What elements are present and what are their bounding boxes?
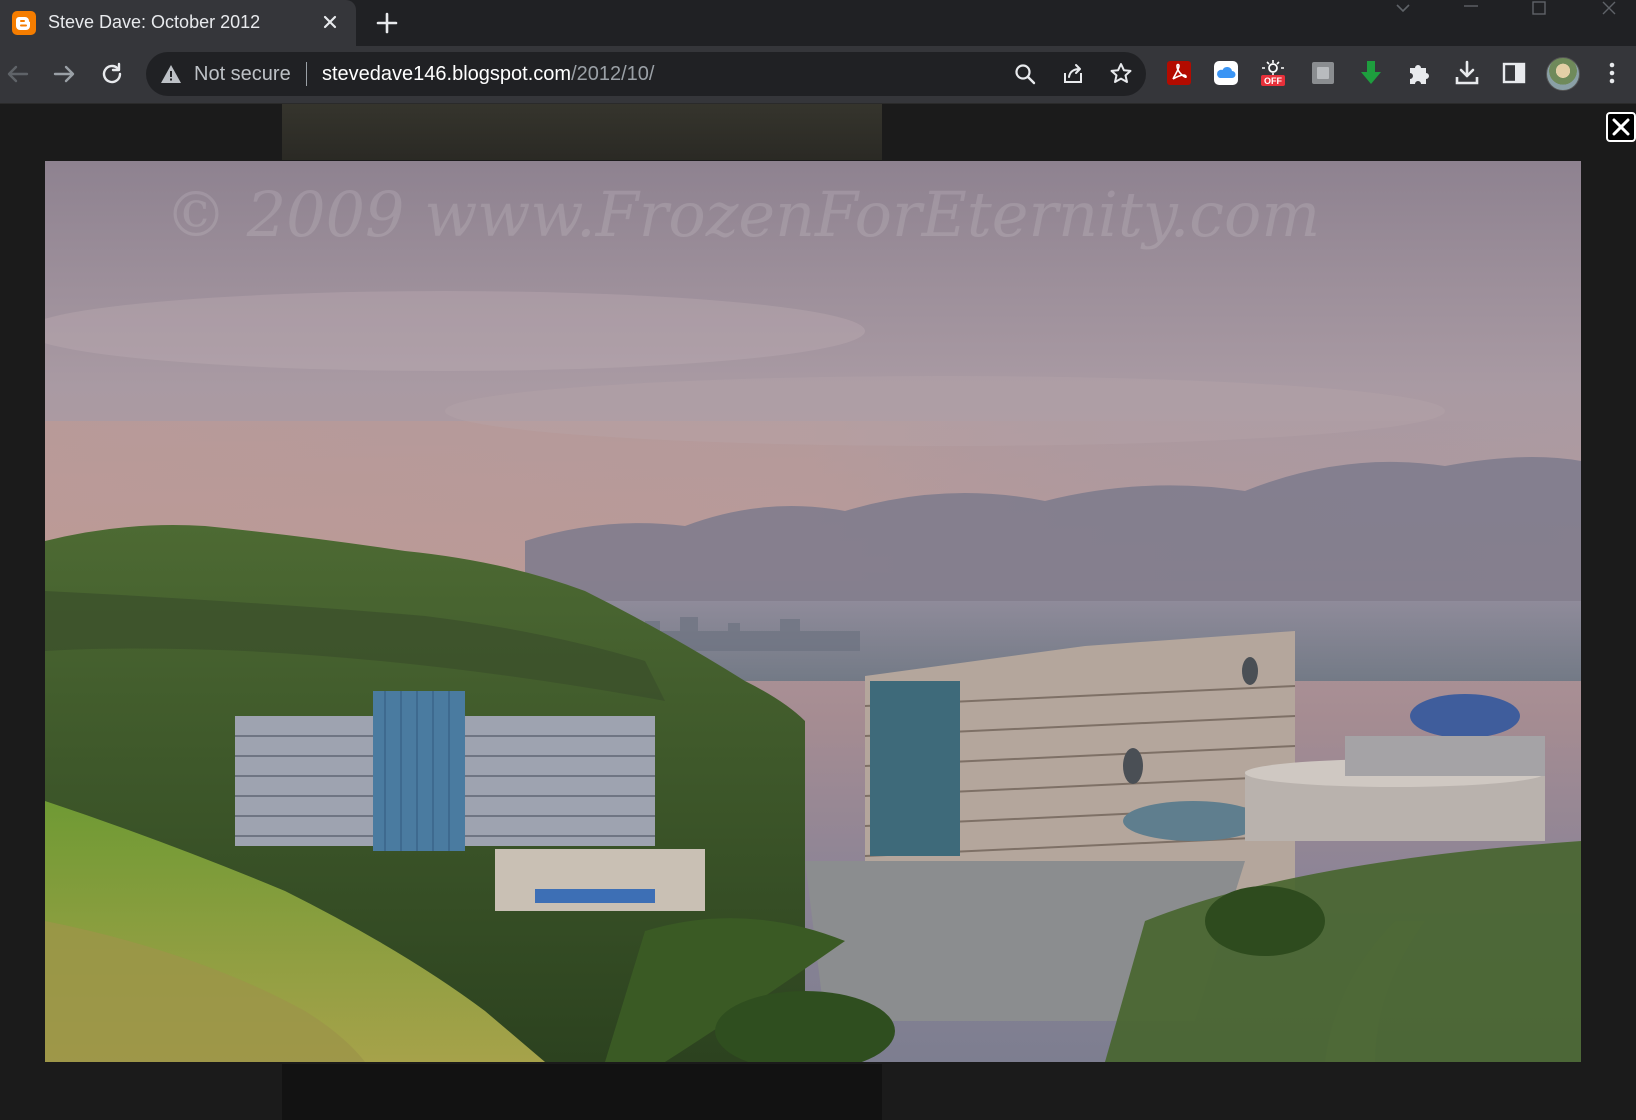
zoom-icon[interactable] <box>1012 61 1038 87</box>
security-label[interactable]: Not secure <box>194 63 291 86</box>
background-map-image <box>282 104 882 160</box>
puzzle-icon[interactable] <box>1405 59 1433 87</box>
blogger-icon <box>12 11 36 35</box>
tab-title: Steve Dave: October 2012 <box>48 12 261 32</box>
omnibox-divider <box>306 62 307 86</box>
acrobat-icon[interactable] <box>1165 59 1193 87</box>
minimize-icon[interactable] <box>1448 0 1494 26</box>
background-content-column <box>282 1064 882 1120</box>
url-text[interactable]: stevedave146.blogspot.com/2012/10/ <box>322 63 654 86</box>
warning-icon[interactable] <box>160 64 182 84</box>
bookmark-star-icon[interactable] <box>1108 61 1134 87</box>
forward-icon[interactable] <box>50 60 78 88</box>
generic-extension-icon[interactable] <box>1309 59 1337 87</box>
extension-badge: OFF <box>1264 76 1282 86</box>
download-arrow-icon[interactable] <box>1357 59 1385 87</box>
maximize-icon[interactable] <box>1516 0 1562 26</box>
downloads-icon[interactable] <box>1453 59 1481 87</box>
icloud-icon[interactable] <box>1212 59 1240 87</box>
photo-watermark: © 2009 www.FrozenForEternity.com <box>165 178 1320 251</box>
profile-avatar[interactable] <box>1546 57 1580 91</box>
browser-toolbar: Not secure stevedave146.blogspot.com/201… <box>0 46 1636 104</box>
tab-search-icon[interactable] <box>1380 0 1426 26</box>
close-icon[interactable] <box>1606 112 1636 142</box>
url-domain: stevedave146.blogspot.com <box>322 63 572 85</box>
window-close-icon[interactable] <box>1586 0 1632 26</box>
url-path: /2012/10/ <box>571 63 655 85</box>
back-icon[interactable] <box>4 60 32 88</box>
new-tab-icon[interactable] <box>374 10 400 36</box>
side-panel-icon[interactable] <box>1500 59 1528 87</box>
tab-close-icon[interactable] <box>318 10 342 34</box>
menu-kebab-icon[interactable] <box>1598 59 1626 87</box>
reload-icon[interactable] <box>98 60 126 88</box>
dark-mode-off-icon[interactable]: OFF <box>1259 59 1287 87</box>
share-icon[interactable] <box>1060 61 1086 87</box>
lightbox-photo: © 2009 www.FrozenForEternity.com <box>45 161 1581 1062</box>
title-bar: Steve Dave: October 2012 <box>0 0 1636 46</box>
address-bar[interactable]: Not secure stevedave146.blogspot.com/201… <box>146 52 1146 96</box>
browser-tab[interactable]: Steve Dave: October 2012 <box>0 0 356 46</box>
